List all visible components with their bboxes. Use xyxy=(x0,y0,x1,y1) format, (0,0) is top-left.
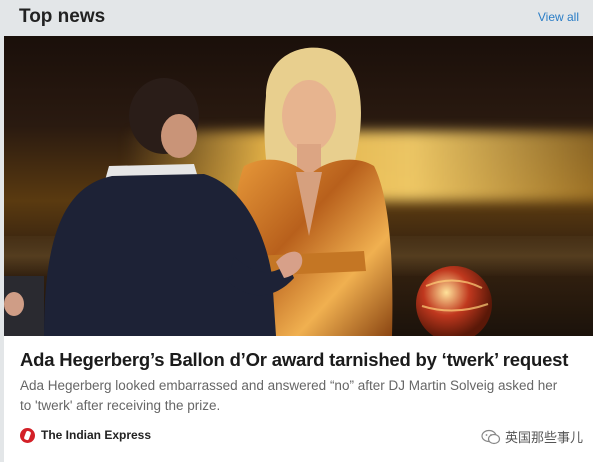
photo-illustration xyxy=(4,47,492,336)
source-name: The Indian Express xyxy=(41,428,152,442)
watermark: 英国那些事儿 xyxy=(481,427,583,446)
article-image[interactable] xyxy=(4,36,593,336)
section-title: Top news xyxy=(19,6,106,27)
article-headline[interactable]: Ada Hegerberg’s Ballon d’Or award tarnis… xyxy=(20,349,585,371)
watermark-text: 英国那些事儿 xyxy=(504,431,583,446)
wechat-icon xyxy=(481,429,501,444)
top-news-header: Top news View all xyxy=(0,0,593,34)
view-all-link[interactable]: View all xyxy=(538,10,579,24)
article-summary: Ada Hegerberg looked embarrassed and ans… xyxy=(20,378,558,413)
indian-express-logo-icon xyxy=(20,427,35,443)
article-source[interactable]: The Indian Express xyxy=(20,427,151,443)
news-card[interactable]: Ada Hegerberg’s Ballon d’Or award tarnis… xyxy=(4,36,593,462)
